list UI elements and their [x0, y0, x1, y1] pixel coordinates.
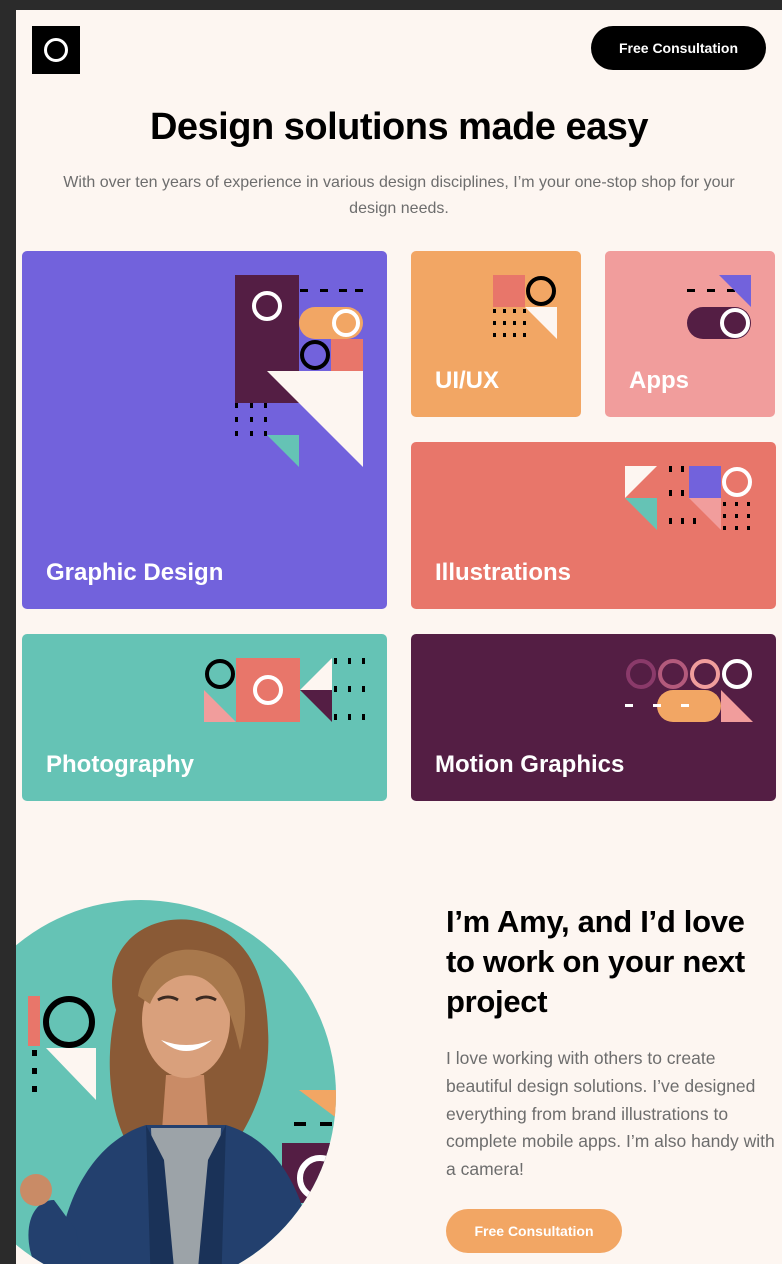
- motion-graphics-pattern-icon: [625, 659, 753, 722]
- ring-logo-icon: [44, 38, 68, 62]
- ui-ux-pattern-icon: [493, 275, 557, 339]
- service-card-apps[interactable]: Apps: [605, 251, 775, 417]
- service-card-ui-ux[interactable]: UI/UX: [411, 251, 581, 417]
- service-card-label: UI/UX: [435, 367, 500, 394]
- service-card-label: Illustrations: [435, 559, 572, 586]
- photography-pattern-icon: [204, 658, 365, 722]
- page-title: Design solutions made easy: [149, 106, 649, 148]
- service-card-illustrations[interactable]: Illustrations: [411, 442, 776, 609]
- illustrations-pattern-icon: [625, 466, 752, 530]
- page: Free Consultation Design solutions made …: [16, 10, 782, 1264]
- page-subtitle: With over ten years of experience in var…: [63, 174, 735, 217]
- service-card-motion-graphics[interactable]: Motion Graphics: [411, 634, 776, 801]
- portrait-photo: [16, 900, 336, 1264]
- about-text: I love working with others to create bea…: [446, 1048, 775, 1180]
- logo[interactable]: [32, 26, 80, 74]
- service-card-label: Motion Graphics: [435, 751, 625, 778]
- service-card-label: Apps: [629, 367, 689, 394]
- free-consultation-button-bottom[interactable]: Free Consultation: [446, 1209, 622, 1253]
- graphic-design-pattern-icon: [235, 275, 363, 467]
- service-card-label: Photography: [46, 751, 194, 778]
- apps-pattern-icon: [687, 275, 751, 339]
- service-card-photography[interactable]: Photography: [22, 634, 387, 801]
- about-title: I’m Amy, and I’d love to work on your ne…: [446, 904, 745, 1019]
- service-card-graphic-design[interactable]: Graphic Design: [22, 251, 387, 609]
- free-consultation-button[interactable]: Free Consultation: [591, 26, 766, 70]
- service-card-label: Graphic Design: [46, 559, 224, 586]
